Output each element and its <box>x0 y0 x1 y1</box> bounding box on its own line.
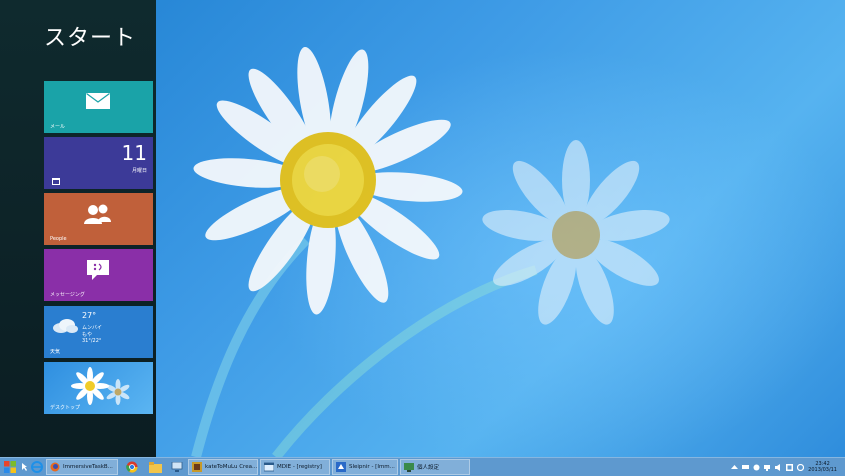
sleipnir-icon <box>336 462 346 472</box>
tile-mail-label: メール <box>50 124 66 130</box>
chrome-icon <box>126 461 138 473</box>
tile-weather[interactable]: 27° ムンバイ もや 31°/22° 天気 <box>44 306 153 358</box>
internet-explorer-icon <box>31 461 43 473</box>
tile-calendar[interactable]: 11 月曜日 <box>44 137 153 189</box>
firefox-icon <box>50 462 60 472</box>
network-icon <box>171 461 183 472</box>
taskbar-button-label: ImmersiveTaskB... <box>63 464 113 470</box>
tile-messaging[interactable]: メッセージング <box>44 249 153 301</box>
start-title: スタート <box>44 26 137 51</box>
taskbar-button-kate[interactable]: kateToMuLu Crea... <box>188 459 258 475</box>
clock[interactable]: 23:42 2013/03/11 <box>808 461 837 473</box>
tile-people-label: People <box>50 236 67 242</box>
show-hidden-icons-icon[interactable] <box>731 464 739 471</box>
explorer-taskbar-icon[interactable] <box>144 459 166 475</box>
chrome-taskbar-icon[interactable] <box>120 459 144 475</box>
messaging-icon <box>87 260 109 280</box>
weather-city: ムンバイ <box>82 325 103 331</box>
app-icon <box>192 462 202 472</box>
folder-icon <box>148 461 162 473</box>
mail-icon <box>86 93 110 109</box>
tile-mail[interactable]: メール <box>44 81 153 133</box>
tile-weather-label: 天気 <box>50 349 61 355</box>
weather-condition: もや <box>82 332 93 338</box>
taskbar-button-label: MDIE - [registry] <box>277 464 322 470</box>
people-icon <box>84 204 111 224</box>
taskbar-button-label: Sleipnir - [Imm... <box>349 464 395 470</box>
action-center-icon[interactable] <box>742 464 750 471</box>
weather-temp: 27° <box>82 311 97 320</box>
calendar-weekday: 月曜日 <box>131 168 147 174</box>
windows-logo-icon <box>4 461 16 473</box>
taskbar-button-label: kateToMuLu Crea... <box>205 464 258 470</box>
tile-people[interactable]: People <box>44 193 153 245</box>
taskbar-button-personalize[interactable]: 個人設定 <box>400 459 470 475</box>
tile-messaging-label: メッセージング <box>50 292 85 298</box>
ie-taskbar-icon[interactable] <box>28 459 46 475</box>
start-panel: スタート メール 11 月曜日 People メッセージング 27° ムンバイ … <box>0 0 156 457</box>
daisy-wallpaper-image <box>191 46 670 457</box>
tile-desktop[interactable]: デスクトップ <box>44 362 153 414</box>
personalize-icon <box>404 463 414 472</box>
clock-date: 2013/03/11 <box>808 467 837 473</box>
network-taskbar-icon[interactable] <box>166 459 188 475</box>
cursor-icon <box>20 459 28 475</box>
speaker-icon[interactable] <box>775 463 782 471</box>
cloud-icon <box>53 319 78 333</box>
taskbar-button-firefox[interactable]: ImmersiveTaskB... <box>46 459 118 475</box>
settings-icon[interactable] <box>797 463 805 471</box>
calendar-day: 11 <box>121 141 147 165</box>
taskbar: ImmersiveTaskB... kateToMuLu Crea... MDI… <box>0 457 845 476</box>
calendar-icon <box>52 178 60 185</box>
taskbar-button-mdie[interactable]: MDIE - [registry] <box>260 459 330 475</box>
taskbar-button-label: 個人設定 <box>417 465 440 471</box>
tile-desktop-label: デスクトップ <box>50 405 81 411</box>
taskbar-button-sleipnir[interactable]: Sleipnir - [Imm... <box>332 459 398 475</box>
start-button[interactable] <box>0 459 20 475</box>
window-icon <box>264 462 274 472</box>
system-tray: 23:42 2013/03/11 <box>731 458 845 476</box>
notification-icon[interactable] <box>753 464 760 471</box>
weather-range: 31°/22° <box>82 338 102 344</box>
ime-icon[interactable] <box>786 463 794 471</box>
network-status-icon[interactable] <box>764 464 771 471</box>
